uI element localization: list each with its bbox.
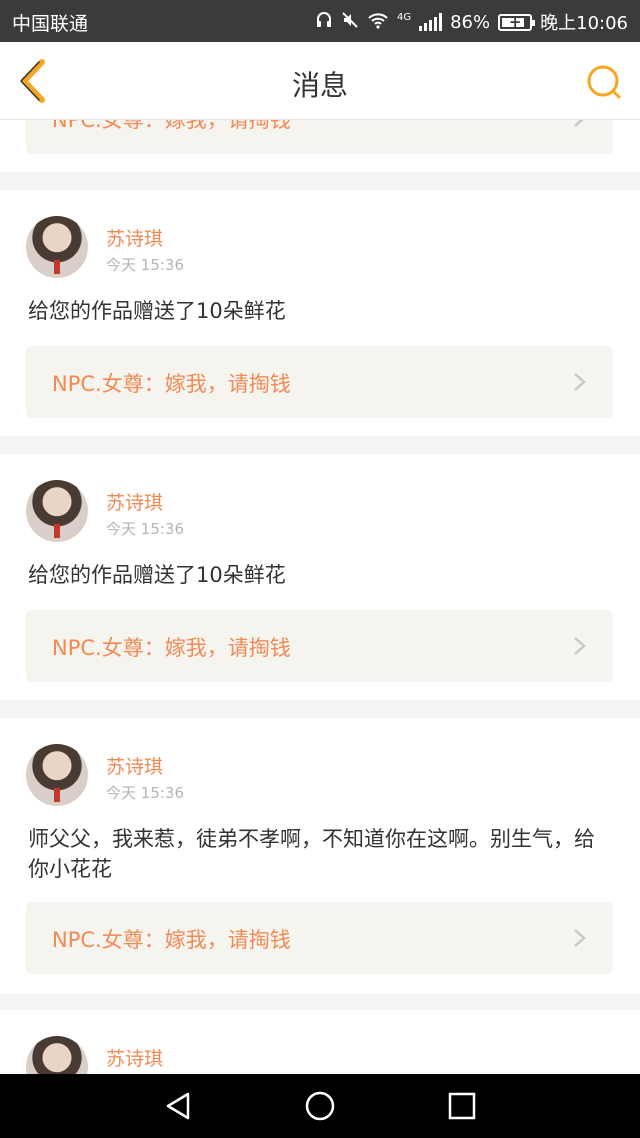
message-text: 给您的作品赠送了10朵鲜花 [28,299,286,323]
quoted-work[interactable]: NPC.女尊：嫁我，请掏钱 [26,902,613,974]
sender-name[interactable]: 苏诗琪 [106,224,163,251]
avatar[interactable] [26,1036,88,1074]
quote-text: NPC.女尊：嫁我，请掏钱 [52,928,291,952]
message-time: 今天 15:36 [106,256,184,274]
message-time: 今天 15:36 [106,784,184,802]
list-item[interactable]: NPC.女尊：嫁我，请掏钱 [0,120,640,172]
search-icon [587,65,621,99]
system-nav-bar [0,1074,640,1138]
message-text: 师父父，我来惹，徒弟不孝啊，不知道你在这啊。别生气，给你小花花 [28,827,595,881]
carrier-label: 中国联通 [12,13,89,35]
quote-text: NPC.女尊：嫁我，请掏钱 [52,636,291,660]
sender-name[interactable]: 苏诗琪 [106,752,163,779]
battery-percent: 86% [450,11,491,33]
recents-square-icon[interactable] [444,1088,480,1124]
status-icons: 4G 86% + 晚上10:06 [315,9,628,35]
quoted-work[interactable]: NPC.女尊：嫁我，请掏钱 [26,610,613,682]
avatar[interactable] [26,480,88,542]
list-item[interactable]: 苏诗琪 今天 15:36 给您的作品赠送了10朵鲜花 NPC.女尊：嫁我，请掏钱 [0,190,640,436]
clock: 晚上10:06 [540,13,628,34]
avatar[interactable] [26,216,88,278]
battery-icon: + [498,13,536,31]
avatar[interactable] [26,744,88,806]
list-item[interactable]: 苏诗琪 今天 15:36 师父父，我来惹，徒弟不孝啊，不知道你在这啊。别生气，给… [0,718,640,994]
signal-icon [419,13,443,31]
chevron-right-icon [574,637,586,655]
message-time: 今天 15:36 [106,520,184,538]
chevron-right-icon [574,929,586,947]
quote-text: NPC.女尊：嫁我，请掏钱 [52,372,291,396]
list-item[interactable]: 苏诗琪 今天 15:36 给您的作品赠送了10朵鲜花 NPC.女尊：嫁我，请掏钱 [0,454,640,700]
sender-name[interactable]: 苏诗琪 [106,1044,163,1071]
chevron-right-icon [574,120,584,127]
quoted-work[interactable]: NPC.女尊：嫁我，请掏钱 [26,120,613,154]
sender-name[interactable]: 苏诗琪 [106,488,163,515]
network-type: 4G [396,11,412,23]
headset-icon [315,11,333,34]
wifi-icon [367,11,389,34]
quote-text: NPC.女尊：嫁我，请掏钱 [52,120,291,132]
mute-icon [341,11,359,34]
quoted-work[interactable]: NPC.女尊：嫁我，请掏钱 [26,346,613,418]
search-button[interactable] [584,62,624,102]
status-bar: 中国联通 4G 86% + 晚上10:06 [0,0,640,42]
message-list[interactable]: NPC.女尊：嫁我，请掏钱 苏诗琪 今天 15:36 给您的作品赠送了10朵鲜花… [0,120,640,1074]
app-header: 消息 [0,42,640,120]
chevron-right-icon [574,373,586,391]
back-triangle-icon[interactable] [160,1088,196,1124]
list-item[interactable]: 苏诗琪 [0,1010,640,1074]
home-circle-icon[interactable] [302,1088,338,1124]
message-text: 给您的作品赠送了10朵鲜花 [28,563,286,587]
page-title: 消息 [291,69,348,102]
